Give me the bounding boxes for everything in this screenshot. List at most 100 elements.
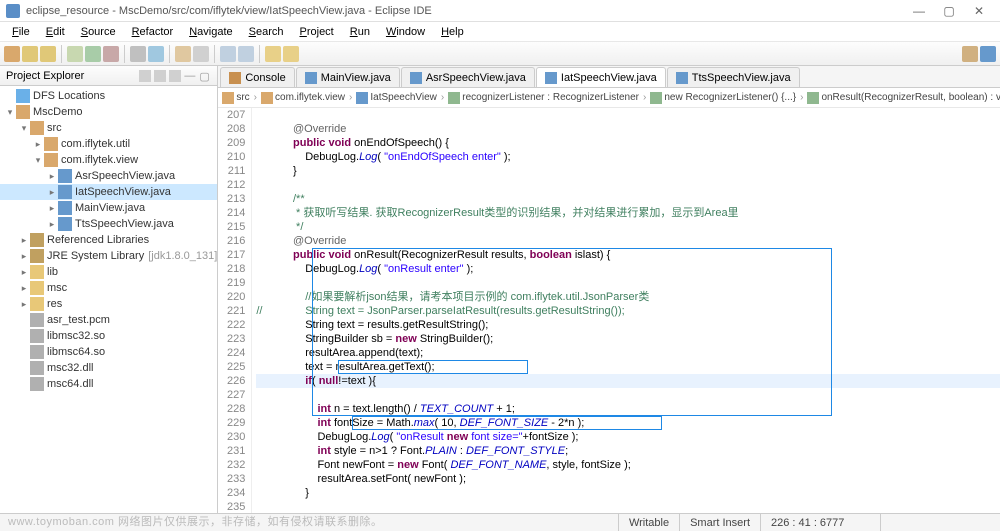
next-annotation-icon[interactable] [238,46,254,62]
menu-project[interactable]: Project [292,24,342,40]
minimize-view-icon[interactable]: — [184,70,196,82]
breadcrumb-item[interactable]: onResult(RecognizerResult, boolean) : vo… [821,92,1000,103]
new-package-icon[interactable] [130,46,146,62]
tree-node[interactable]: ▾src [0,120,217,136]
tree-node[interactable]: ▾com.iflytek.view [0,152,217,168]
tree-label: msc32.dll [47,362,93,374]
expand-arrow-icon[interactable]: ▾ [32,155,44,166]
expand-arrow-icon[interactable]: ▾ [18,123,30,134]
pkg-icon [44,137,58,151]
breadcrumb-item[interactable]: com.iflytek.view [275,92,345,103]
editor-tab[interactable]: IatSpeechView.java [536,67,666,87]
back-icon[interactable] [265,46,281,62]
breadcrumb-item[interactable]: recognizerListener : RecognizerListener [462,92,639,103]
new-icon[interactable] [4,46,20,62]
tree-node[interactable]: libmsc32.so [0,328,217,344]
tree-node[interactable]: ▸Referenced Libraries [0,232,217,248]
fld-icon [30,297,44,311]
tree-node[interactable]: ▸IatSpeechView.java [0,184,217,200]
forward-icon[interactable] [283,46,299,62]
tree-node[interactable]: msc64.dll [0,376,217,392]
run-icon[interactable] [85,46,101,62]
editor-tab[interactable]: Console [220,67,294,87]
tree-node[interactable]: DFS Locations [0,88,217,104]
menu-search[interactable]: Search [241,24,292,40]
breadcrumb[interactable]: src› com.iflytek.view› IatSpeechView› re… [218,88,1000,108]
menu-window[interactable]: Window [378,24,433,40]
editor-tab[interactable]: MainView.java [296,67,400,87]
view-menu-icon[interactable] [169,70,181,82]
toggle-mark-icon[interactable] [220,46,236,62]
java-icon [58,169,72,183]
expand-arrow-icon[interactable]: ▸ [32,139,44,150]
tree-node[interactable]: ▸ lib [0,264,217,280]
minimize-button[interactable]: — [904,4,934,18]
code-content[interactable]: @Override public void onEndOfSpeech() { … [252,108,1000,513]
java-perspective-icon[interactable] [980,46,996,62]
breadcrumb-item[interactable]: src [236,92,249,103]
open-perspective-icon[interactable] [962,46,978,62]
tree-node[interactable]: ▸JRE System Library[jdk1.8.0_131] [0,248,217,264]
project-tree[interactable]: DFS Locations▾MscDemo▾src▸com.iflytek.ut… [0,86,217,513]
maximize-button[interactable]: ▢ [934,4,964,18]
breadcrumb-icon [222,92,234,104]
expand-arrow-icon[interactable]: ▸ [46,219,58,230]
editor-tab[interactable]: TtsSpeechView.java [667,67,800,87]
link-editor-icon[interactable] [139,70,151,82]
expand-arrow-icon[interactable]: ▸ [46,171,58,182]
open-type-icon[interactable] [175,46,191,62]
file-icon [30,313,44,327]
java-file-icon [545,72,557,84]
expand-arrow-icon[interactable]: ▸ [18,283,30,294]
tree-node[interactable]: ▸ AsrSpeechView.java [0,168,217,184]
close-window-button[interactable]: ✕ [964,4,994,18]
expand-arrow-icon[interactable]: ▸ [46,203,58,214]
save-all-icon[interactable] [40,46,56,62]
jre-icon [30,249,44,263]
java-file-icon [410,72,422,84]
tree-node[interactable]: ▸MainView.java [0,200,217,216]
project-explorer-title: Project Explorer [6,70,84,82]
expand-arrow-icon[interactable]: ▸ [46,187,58,198]
console-icon [229,72,241,84]
menu-refactor[interactable]: Refactor [124,24,182,40]
breadcrumb-icon [448,92,460,104]
project-explorer: Project Explorer — ▢ DFS Locations▾MscDe… [0,66,218,513]
expand-arrow-icon[interactable]: ▸ [18,267,30,278]
editor-tab[interactable]: AsrSpeechView.java [401,67,535,87]
tree-label: JRE System Library [47,250,144,262]
breadcrumb-item[interactable]: new RecognizerListener() {...} [664,92,796,103]
tree-node[interactable]: libmsc64.so [0,344,217,360]
pkg-icon [44,153,58,167]
expand-arrow-icon[interactable]: ▸ [18,251,30,262]
menu-navigate[interactable]: Navigate [181,24,240,40]
tree-node[interactable]: ▸ msc [0,280,217,296]
search-icon[interactable] [193,46,209,62]
tree-node[interactable]: ▸res [0,296,217,312]
new-class-icon[interactable] [148,46,164,62]
tree-label: AsrSpeechView.java [75,170,175,182]
expand-arrow-icon[interactable]: ▸ [18,235,30,246]
code-editor[interactable]: 2072082092102112122132142152162172182192… [218,108,1000,513]
tree-node[interactable]: msc32.dll [0,360,217,376]
maximize-view-icon[interactable]: ▢ [199,70,211,82]
tree-label: lib [47,266,58,278]
tree-node[interactable]: ▸TtsSpeechView.java [0,216,217,232]
tree-node[interactable]: asr_test.pcm [0,312,217,328]
tree-label: libmsc64.so [47,346,105,358]
expand-arrow-icon[interactable]: ▾ [4,107,16,118]
run-last-icon[interactable] [103,46,119,62]
debug-icon[interactable] [67,46,83,62]
collapse-all-icon[interactable] [154,70,166,82]
tree-label: msc [47,282,67,294]
tree-node[interactable]: ▾MscDemo [0,104,217,120]
tree-node[interactable]: ▸com.iflytek.util [0,136,217,152]
menu-source[interactable]: Source [73,24,124,40]
menu-run[interactable]: Run [342,24,378,40]
menu-file[interactable]: File [4,24,38,40]
expand-arrow-icon[interactable]: ▸ [18,299,30,310]
breadcrumb-item[interactable]: IatSpeechView [370,92,437,103]
menu-edit[interactable]: Edit [38,24,73,40]
save-icon[interactable] [22,46,38,62]
menu-help[interactable]: Help [433,24,472,40]
